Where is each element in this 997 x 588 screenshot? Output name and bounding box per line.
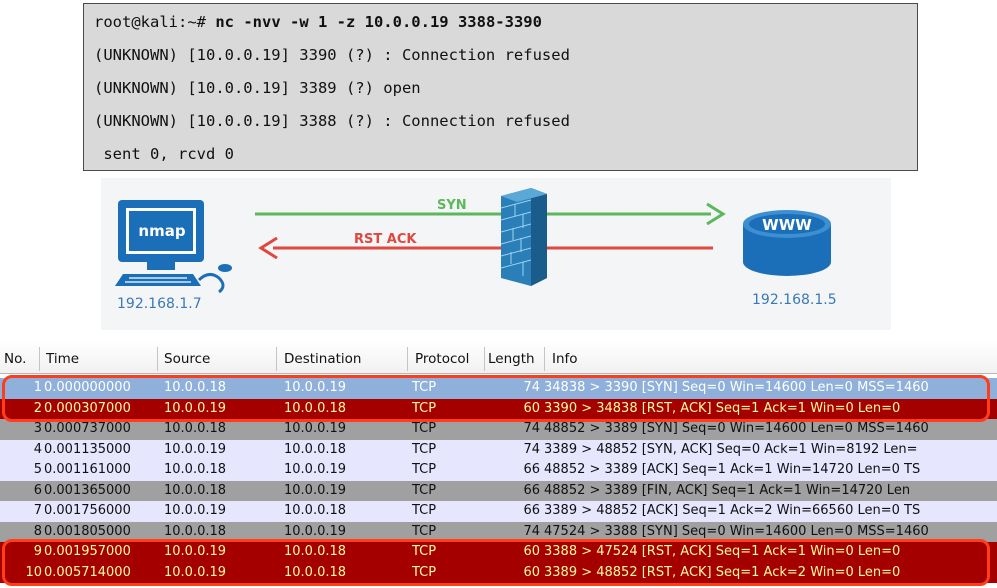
cell-dst: 10.0.0.19 [284, 523, 347, 539]
cell-proto: TCP [412, 482, 437, 498]
cell-len: 66 [523, 503, 540, 518]
syn-label: SYN [437, 198, 467, 213]
rst-ack-arrow [258, 236, 713, 260]
cell-time: 0.001805000 [44, 523, 131, 539]
packet-list: No. Time Source Destination Protocol Len… [0, 341, 997, 588]
cell-proto: TCP [412, 421, 437, 436]
syn-arrow [255, 202, 726, 226]
cell-len: 66 [523, 482, 540, 498]
cell-dst: 10.0.0.19 [284, 421, 347, 436]
cell-no: 3 [33, 421, 42, 436]
column-header-destination[interactable]: Destination [284, 351, 361, 367]
cell-no: 7 [33, 503, 42, 518]
cell-len: 74 [523, 523, 540, 539]
column-header-protocol[interactable]: Protocol [415, 351, 469, 367]
cell-len: 74 [523, 421, 540, 436]
column-header-no[interactable]: No. [4, 351, 26, 367]
cell-src: 10.0.0.18 [164, 462, 227, 477]
cell-proto: TCP [412, 523, 437, 539]
cell-dst: 10.0.0.18 [284, 441, 347, 457]
rst-ack-label: RST ACK [354, 232, 417, 247]
cell-no: 6 [33, 482, 42, 498]
cell-len: 74 [523, 441, 540, 457]
terminal-line: (UNKNOWN) [10.0.0.19] 3388 (?) : Connect… [94, 112, 570, 130]
highlight-box [2, 375, 990, 422]
column-header-time[interactable]: Time [46, 351, 79, 367]
cell-time: 0.001135000 [44, 441, 131, 457]
client-ip: 192.168.1.7 [117, 296, 202, 312]
packet-list-header: No. Time Source Destination Protocol Len… [0, 341, 997, 374]
table-row[interactable]: 4 0.001135000 10.0.0.19 10.0.0.18 TCP 74 3389 … [0, 439, 997, 460]
server-ip: 192.168.1.5 [752, 292, 837, 308]
highlight-box [2, 539, 990, 586]
cell-info: 48852 > 3389 [SYN] Seq=0 Win=14600 Len=0… [544, 421, 929, 436]
cell-src: 10.0.0.18 [164, 523, 227, 539]
server-label: WWW [762, 216, 812, 234]
cell-src: 10.0.0.18 [164, 482, 227, 498]
cell-info: 48852 > 3389 [FIN, ACK] Seq=1 Ack=1 Win=… [544, 482, 911, 498]
cell-time: 0.000737000 [44, 421, 131, 436]
cell-no: 5 [33, 462, 42, 477]
terminal-prompt: root@kali:~# [94, 13, 216, 31]
cell-info: 3389 > 48852 [SYN, ACK] Seq=0 Ack=1 Win=… [544, 441, 918, 457]
cell-no: 8 [33, 523, 42, 539]
cell-time: 0.001161000 [44, 462, 131, 477]
cell-src: 10.0.0.19 [164, 441, 227, 457]
cell-src: 10.0.0.19 [164, 503, 227, 518]
cell-info: 48852 > 3389 [ACK] Seq=1 Ack=1 Win=14720… [544, 462, 921, 477]
cell-dst: 10.0.0.18 [284, 503, 347, 518]
column-header-info[interactable]: Info [552, 351, 578, 367]
cell-dst: 10.0.0.19 [284, 482, 347, 498]
client-label: nmap [138, 222, 186, 240]
cell-proto: TCP [412, 503, 437, 518]
cell-proto: TCP [412, 441, 437, 457]
table-row[interactable]: 7 0.001756000 10.0.0.19 10.0.0.18 TCP 66 3389 … [0, 501, 997, 522]
terminal-line: (UNKNOWN) [10.0.0.19] 3389 (?) open [94, 79, 421, 97]
terminal-output: root@kali:~# nc -nvv -w 1 -z 10.0.0.19 3… [83, 3, 918, 171]
firewall-icon [500, 188, 547, 286]
table-row[interactable]: 5 0.001161000 10.0.0.18 10.0.0.19 TCP 66 48852… [0, 460, 997, 481]
terminal-line: (UNKNOWN) [10.0.0.19] 3390 (?) : Connect… [94, 46, 570, 64]
cell-time: 0.001756000 [44, 503, 131, 518]
cell-info: 3389 > 48852 [ACK] Seq=1 Ack=2 Win=66560… [544, 503, 921, 518]
cell-proto: TCP [412, 462, 437, 477]
cell-info: 47524 > 3388 [SYN] Seq=0 Win=14600 Len=0… [544, 523, 929, 539]
column-header-length[interactable]: Length [488, 351, 535, 367]
cell-time: 0.001365000 [44, 482, 131, 498]
terminal-line: sent 0, rcvd 0 [94, 145, 234, 163]
cell-no: 4 [33, 441, 42, 457]
column-header-source[interactable]: Source [164, 351, 210, 367]
table-row[interactable]: 3 0.000737000 10.0.0.18 10.0.0.19 TCP 74 48852… [0, 419, 997, 440]
terminal-command-line: root@kali:~# nc -nvv -w 1 -z 10.0.0.19 3… [94, 8, 917, 41]
cell-len: 66 [523, 462, 540, 477]
table-row[interactable]: 6 0.001365000 10.0.0.18 10.0.0.19 TCP 66 48852… [0, 480, 997, 501]
computer-icon [115, 200, 232, 294]
network-diagram: nmap SYN RST ACK WWW 192.168.1.7 192.168… [101, 178, 891, 330]
cell-src: 10.0.0.18 [164, 421, 227, 436]
cell-dst: 10.0.0.19 [284, 462, 347, 477]
terminal-command: nc -nvv -w 1 -z 10.0.0.19 3388-3390 [215, 13, 542, 31]
